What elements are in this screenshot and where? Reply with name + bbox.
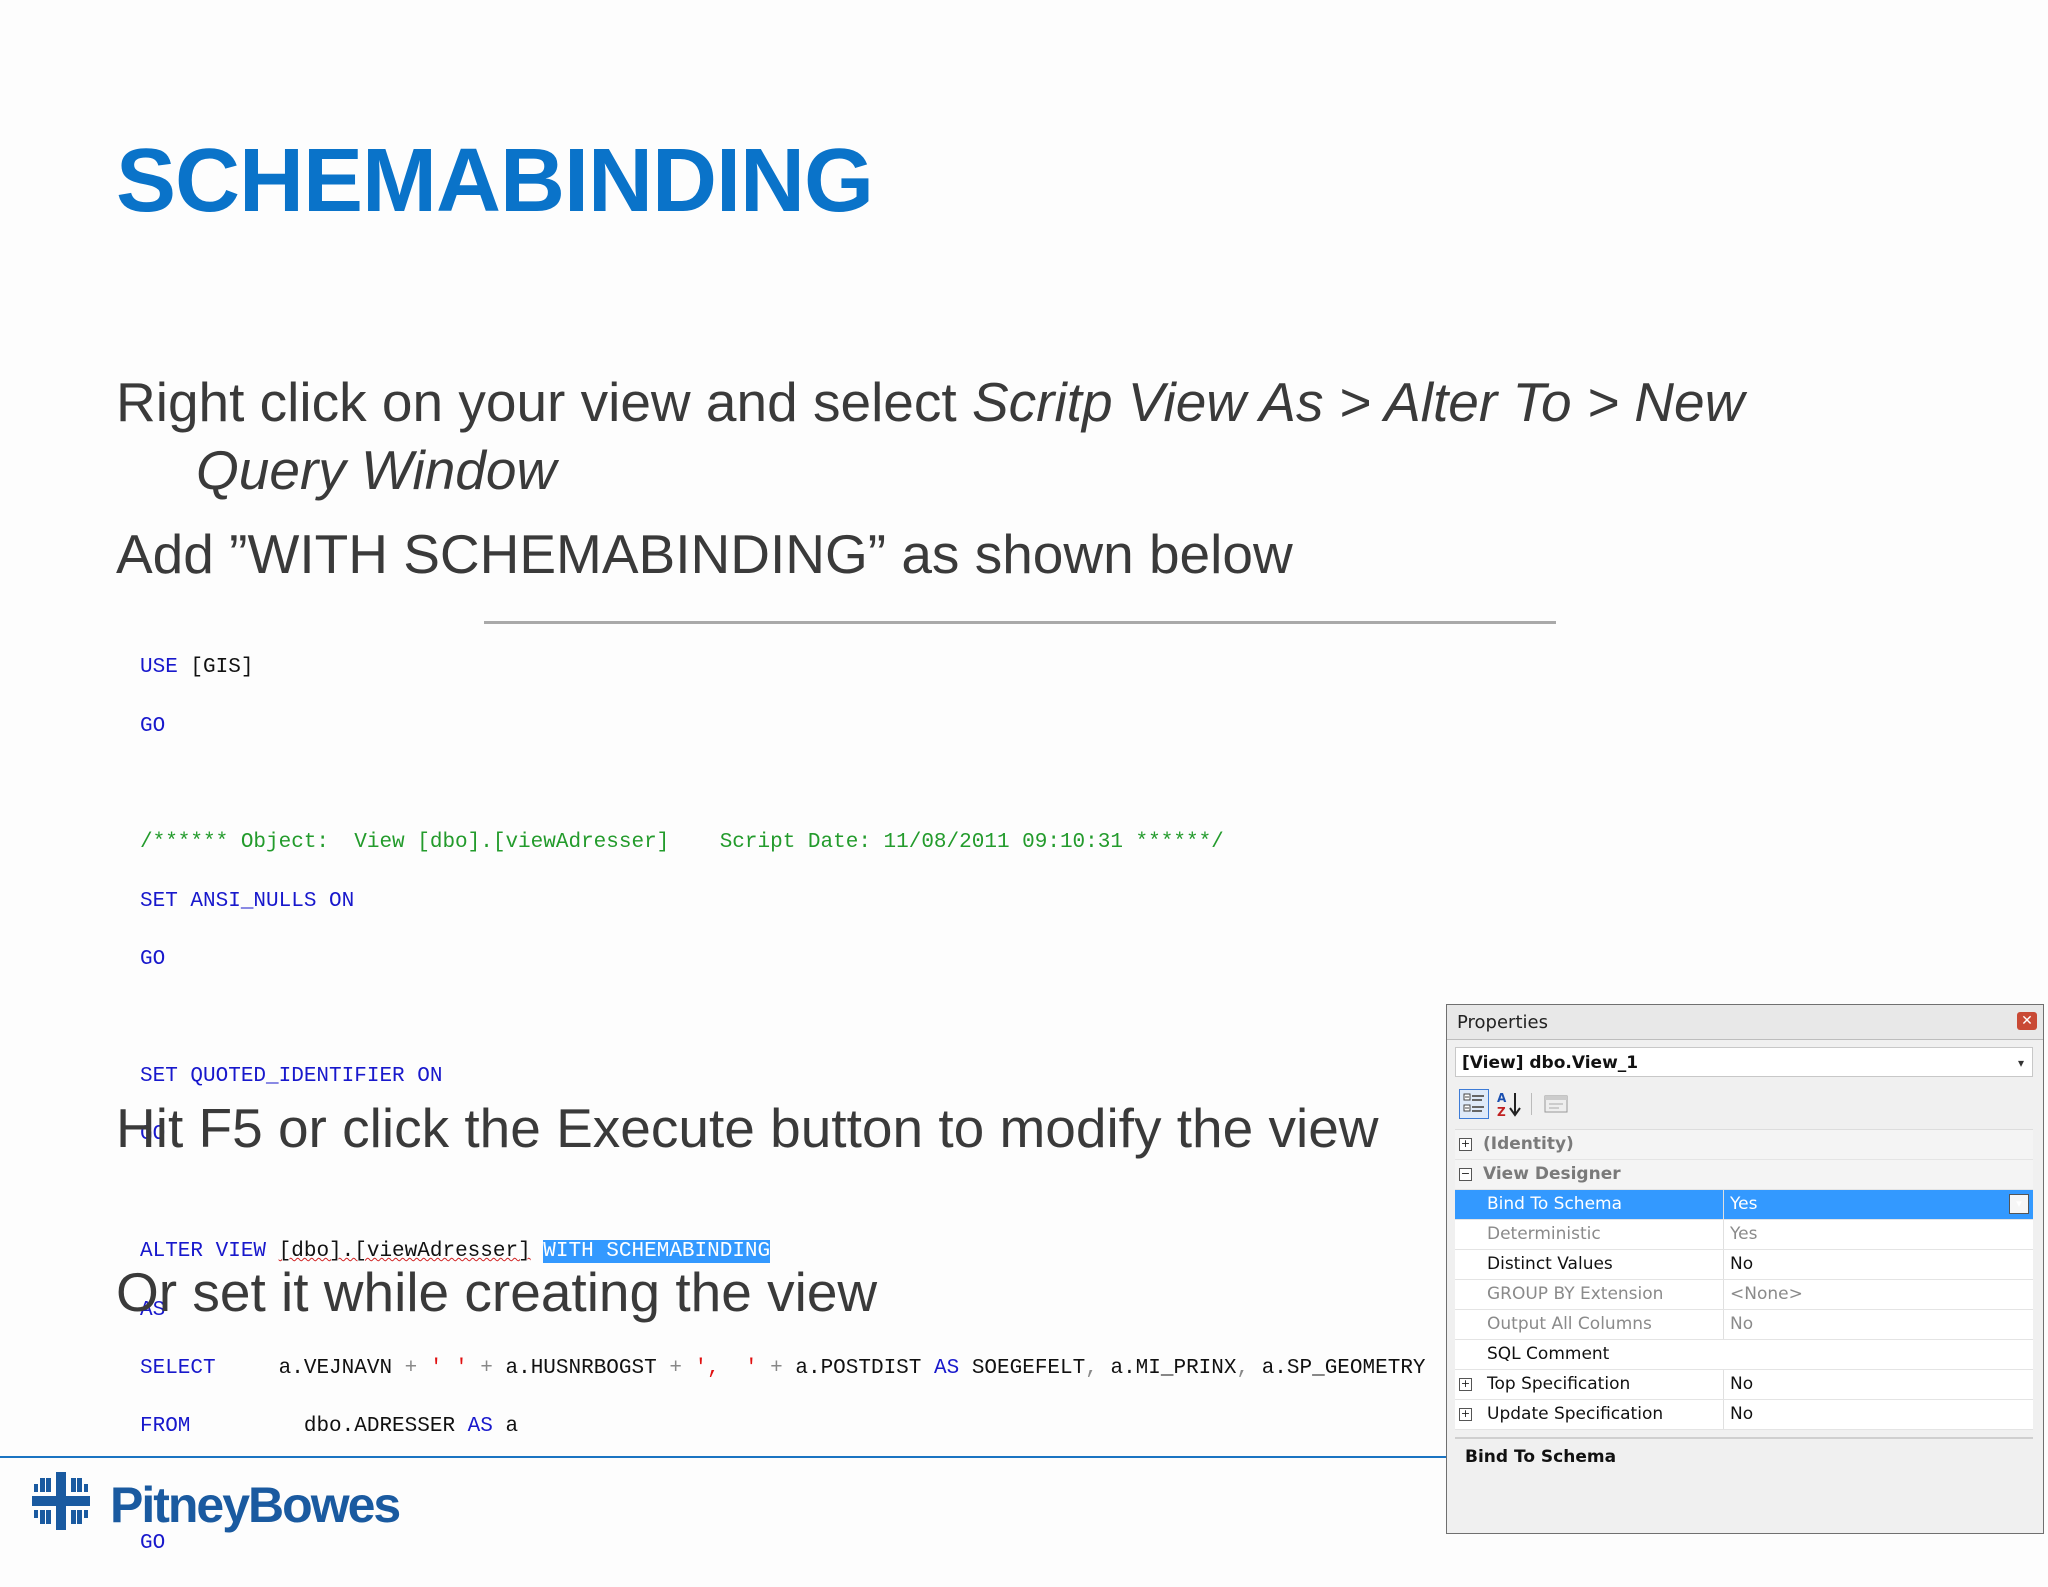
sort-az-icon: A Z — [1497, 1091, 1521, 1119]
property-name: GROUP BY Extension — [1487, 1284, 1664, 1304]
property-row[interactable]: SQL Comment — [1455, 1340, 2033, 1370]
close-icon[interactable]: ✕ — [2017, 1012, 2037, 1030]
property-value[interactable]: <None> — [1723, 1280, 2033, 1309]
object-selector-value: [View] dbo.View_1 — [1462, 1053, 1639, 1073]
code-line-from: FROM dbo.ADRESSER AS a — [140, 1415, 519, 1439]
toolbar-separator — [1531, 1093, 1532, 1115]
property-row[interactable]: + (Identity) — [1455, 1130, 2033, 1160]
property-name: Output All Columns — [1487, 1314, 1652, 1334]
categorized-icon — [1463, 1093, 1484, 1112]
property-row[interactable]: GROUP BY Extension <None> — [1455, 1280, 2033, 1310]
pitney-bowes-mark-icon — [32, 1472, 90, 1530]
logo-text: PitneyBowes — [110, 1477, 401, 1533]
instruction-add-schemabinding: Add ”WITH SCHEMABINDING” as shown below — [116, 523, 1293, 585]
slide-title: SCHEMABINDING — [116, 131, 874, 231]
expand-icon[interactable]: + — [1459, 1408, 1472, 1421]
value-dropdown-icon[interactable]: ▾ — [2009, 1194, 2029, 1214]
property-row[interactable]: Deterministic Yes — [1455, 1220, 2033, 1250]
property-row[interactable]: Distinct Values No — [1455, 1250, 2033, 1280]
property-name: Update Specification — [1487, 1404, 1664, 1424]
property-name: (Identity) — [1483, 1134, 1574, 1154]
code-line-1: USE [GIS] — [140, 656, 254, 680]
expand-icon[interactable]: + — [1459, 1138, 1472, 1151]
instruction-create: Or set it while creating the view — [116, 1261, 878, 1323]
property-name: Bind To Schema — [1483, 1190, 1729, 1219]
property-value[interactable]: Yes — [1723, 1220, 2033, 1249]
property-pages-button[interactable] — [1541, 1089, 1571, 1119]
menu-path-end: Query Window — [196, 439, 557, 501]
svg-text:Z: Z — [1497, 1105, 1506, 1119]
property-value[interactable]: No — [1723, 1310, 2033, 1339]
property-value[interactable]: No — [1723, 1370, 2033, 1399]
properties-toolbar: A Z — [1459, 1089, 2019, 1121]
property-row[interactable]: Bind To Schema Yes ▾ — [1455, 1190, 2033, 1220]
code-line-2: GO — [140, 714, 166, 738]
properties-title: Properties — [1457, 1012, 1548, 1033]
footer-line — [0, 1456, 1446, 1458]
property-value[interactable]: Yes — [1723, 1190, 2033, 1219]
property-value[interactable]: No — [1723, 1400, 2033, 1429]
instruction-execute: Hit F5 or click the Execute button to mo… — [116, 1097, 1379, 1159]
instruction-text: Right click on your view and select — [116, 371, 972, 433]
collapse-icon[interactable]: − — [1459, 1168, 1472, 1181]
property-name: View Designer — [1483, 1164, 1621, 1184]
code-line-quoted-identifier: SET QUOTED_IDENTIFIER ON — [140, 1064, 443, 1088]
property-row[interactable]: + Top Specification No — [1455, 1370, 2033, 1400]
property-name: Deterministic — [1487, 1224, 1601, 1244]
categorized-view-button[interactable] — [1459, 1089, 1489, 1119]
alphabetical-view-button[interactable]: A Z — [1495, 1089, 1525, 1119]
object-selector-dropdown[interactable]: [View] dbo.View_1 ▾ — [1455, 1047, 2033, 1077]
property-name: SQL Comment — [1487, 1344, 1610, 1364]
svg-text:A: A — [1497, 1091, 1507, 1105]
expand-icon[interactable]: + — [1459, 1378, 1472, 1391]
property-row[interactable]: − View Designer — [1455, 1160, 2033, 1190]
code-line-comment: /****** Object: View [dbo].[viewAdresser… — [140, 831, 1224, 855]
code-line-select: SELECT a.VEJNAVN + ' ' + a.HUSNRBOGST + … — [140, 1356, 1426, 1380]
property-row[interactable]: + Update Specification No — [1455, 1400, 2033, 1430]
chevron-down-icon: ▾ — [2017, 1056, 2024, 1070]
property-grid: + (Identity) − View Designer Bind To Schema Y… — [1455, 1129, 2033, 1430]
code-line-go: GO — [140, 948, 166, 972]
property-name: Distinct Values — [1487, 1254, 1613, 1274]
description-pane: Bind To Schema — [1455, 1437, 2033, 1531]
property-value[interactable]: No — [1723, 1250, 2033, 1279]
description-title: Bind To Schema — [1465, 1447, 1617, 1467]
properties-titlebar[interactable]: Properties ✕ — [1447, 1005, 2043, 1040]
property-pages-icon — [1544, 1095, 1568, 1113]
code-line-ansi-nulls: SET ANSI_NULLS ON — [140, 889, 355, 913]
instruction-right-click: Right click on your view and select Scri… — [116, 368, 1896, 504]
menu-path: Scritp View As > Alter To > New — [971, 371, 1745, 433]
properties-window: Properties ✕ [View] dbo.View_1 ▾ A Z + (… — [1446, 1004, 2044, 1534]
property-row[interactable]: Output All Columns No — [1455, 1310, 2033, 1340]
property-name: Top Specification — [1487, 1374, 1631, 1394]
